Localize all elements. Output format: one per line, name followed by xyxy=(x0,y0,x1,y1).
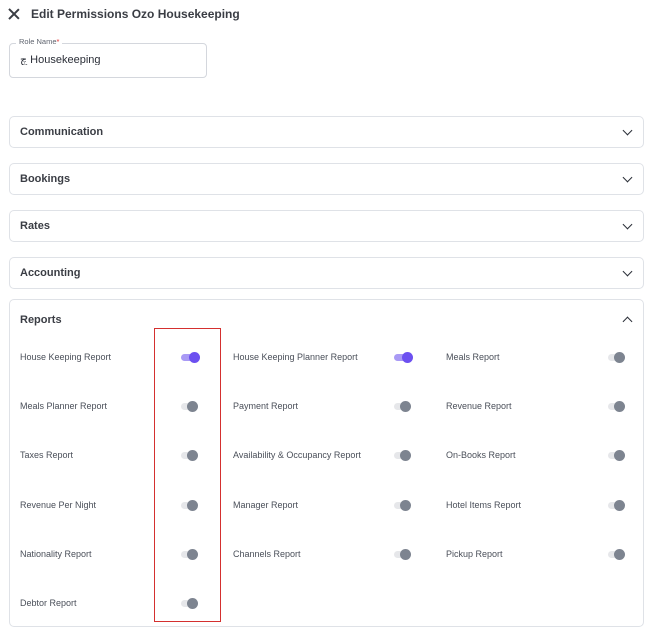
section-header[interactable]: Bookings xyxy=(10,164,643,194)
report-permission-item: Taxes Report xyxy=(20,447,73,463)
chevron-down-icon[interactable] xyxy=(622,266,633,276)
section-communication[interactable]: Communication xyxy=(9,116,644,148)
report-permission-item: Meals Report xyxy=(446,349,500,365)
report-label: Taxes Report xyxy=(20,450,74,460)
close-icon[interactable] xyxy=(8,8,20,20)
toggle-knob xyxy=(402,352,413,363)
report-label: Meals Report xyxy=(446,352,500,362)
report-toggle[interactable] xyxy=(391,400,413,412)
section-title: Bookings xyxy=(20,173,71,185)
role-name-label: Role Name* xyxy=(16,37,63,46)
toggle-knob xyxy=(614,549,625,560)
report-toggle[interactable] xyxy=(605,499,627,511)
toggle-knob xyxy=(400,549,411,560)
chevron-down-icon[interactable] xyxy=(622,125,633,135)
chevron-down-icon[interactable] xyxy=(622,219,633,229)
report-label: Meals Planner Report xyxy=(20,401,108,411)
report-permission-item: Hotel Items Report xyxy=(446,497,521,513)
report-label: Debtor Report xyxy=(20,598,77,608)
report-label: Nationality Report xyxy=(20,549,92,559)
toggle-knob xyxy=(189,352,200,363)
report-label: On-Books Report xyxy=(446,450,516,460)
report-toggle[interactable] xyxy=(391,449,413,461)
section-title: Accounting xyxy=(20,267,81,279)
section-header[interactable]: Reports xyxy=(10,300,643,340)
section-header[interactable]: Accounting xyxy=(10,258,643,288)
report-toggle[interactable] xyxy=(178,400,200,412)
report-toggle[interactable] xyxy=(391,499,413,511)
report-toggle[interactable] xyxy=(605,400,627,412)
report-permission-item: Meals Planner Report xyxy=(20,398,107,414)
report-toggle[interactable] xyxy=(178,351,200,363)
role-name-field[interactable]: Role Name* xyxy=(9,37,207,78)
toggle-knob xyxy=(614,450,625,461)
report-permission-item: Revenue Report xyxy=(446,398,512,414)
chevron-down-icon[interactable] xyxy=(622,172,633,182)
chevron-up-icon[interactable] xyxy=(622,316,633,327)
report-permission-item: Revenue Per Night xyxy=(20,497,96,513)
report-toggle[interactable] xyxy=(605,548,627,560)
section-title: Communication xyxy=(20,126,104,138)
report-permission-item: Pickup Report xyxy=(446,546,503,562)
report-label: Hotel Items Report xyxy=(446,500,522,510)
role-name-input[interactable] xyxy=(20,53,200,65)
toggle-knob xyxy=(400,500,411,511)
report-permission-item: House Keeping Planner Report xyxy=(233,349,358,365)
report-toggle[interactable] xyxy=(391,351,413,363)
toggle-knob xyxy=(400,450,411,461)
toggle-knob xyxy=(187,549,198,560)
report-label: Channels Report xyxy=(233,549,301,559)
report-toggle[interactable] xyxy=(391,548,413,560)
toggle-knob xyxy=(614,352,625,363)
report-permission-item: On-Books Report xyxy=(446,447,516,463)
section-bookings[interactable]: Bookings xyxy=(9,163,644,195)
report-label: Revenue Report xyxy=(446,401,512,411)
report-permission-item: Channels Report xyxy=(233,546,301,562)
toggle-knob xyxy=(614,500,625,511)
report-toggle[interactable] xyxy=(178,597,200,609)
toggle-knob xyxy=(187,598,198,609)
report-label: Payment Report xyxy=(233,401,299,411)
report-label: House Keeping Report xyxy=(20,352,112,362)
toggle-knob xyxy=(187,450,198,461)
toggle-knob xyxy=(400,401,411,412)
report-toggle[interactable] xyxy=(178,449,200,461)
report-toggle[interactable] xyxy=(605,449,627,461)
report-label: Revenue Per Night xyxy=(20,500,97,510)
report-permission-item: Manager Report xyxy=(233,497,298,513)
report-label: Pickup Report xyxy=(446,549,503,559)
report-permission-item: Availability & Occupancy Report xyxy=(233,447,361,463)
section-rates[interactable]: Rates xyxy=(9,210,644,242)
section-header[interactable]: Communication xyxy=(10,117,643,147)
report-toggle[interactable] xyxy=(178,548,200,560)
report-permission-item: Debtor Report xyxy=(20,595,77,611)
report-label: Manager Report xyxy=(233,500,299,510)
toggle-knob xyxy=(187,500,198,511)
dialog-header: Edit Permissions Ozo Housekeeping xyxy=(8,5,240,23)
section-title: Reports xyxy=(20,314,62,326)
report-permission-item: Nationality Report xyxy=(20,546,92,562)
report-label: Availability & Occupancy Report xyxy=(233,450,361,460)
report-permission-item: Payment Report xyxy=(233,398,298,414)
section-header[interactable]: Rates xyxy=(10,211,643,241)
report-label: House Keeping Planner Report xyxy=(233,352,358,362)
toggle-knob xyxy=(187,401,198,412)
section-accounting[interactable]: Accounting xyxy=(9,257,644,289)
required-asterisk: * xyxy=(56,37,60,46)
report-permission-item: House Keeping Report xyxy=(20,349,111,365)
toggle-knob xyxy=(614,401,625,412)
report-toggle[interactable] xyxy=(178,499,200,511)
section-title: Rates xyxy=(20,220,50,232)
report-toggle[interactable] xyxy=(605,351,627,363)
page-title: Edit Permissions Ozo Housekeeping xyxy=(31,7,240,21)
